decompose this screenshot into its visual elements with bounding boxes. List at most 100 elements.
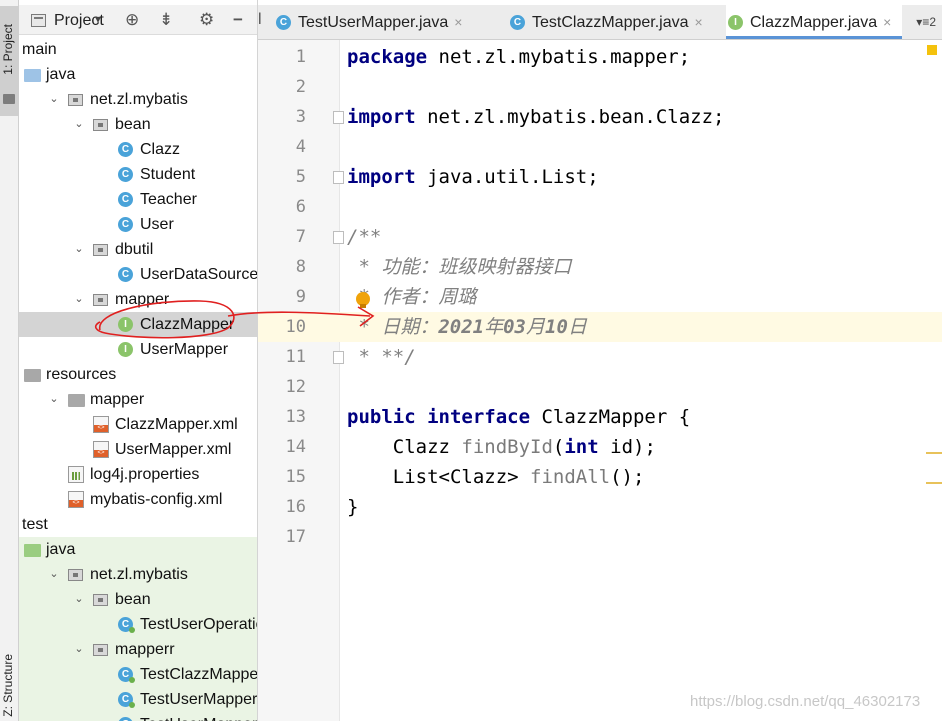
code-line[interactable]: /** xyxy=(347,222,381,252)
scroll-marker[interactable] xyxy=(926,452,942,454)
tree-item-label: mapperr xyxy=(115,641,175,658)
code-token: public xyxy=(347,406,428,428)
tree-item[interactable]: ⌄ net.zl.mybatis xyxy=(19,562,257,587)
code-line[interactable]: * 功能：班级映射器接口 xyxy=(347,252,571,282)
line-number: 7 xyxy=(295,227,306,247)
fold-marker[interactable] xyxy=(333,231,344,244)
tree-item[interactable]: C Teacher xyxy=(19,187,257,212)
close-icon[interactable]: × xyxy=(883,14,891,30)
tree-item[interactable]: test xyxy=(19,512,257,537)
tree-item[interactable]: ⌄ mapper xyxy=(19,287,257,312)
tree-item-label: UserDataSourceFac xyxy=(140,266,258,283)
tabs-overflow-button[interactable]: ▾≡2 xyxy=(916,5,936,39)
lightbulb-icon[interactable] xyxy=(356,292,370,308)
folder-icon xyxy=(24,369,41,382)
line-number: 3 xyxy=(295,107,306,127)
tree-item[interactable]: ⌄ dbutil xyxy=(19,237,257,262)
project-view-icon xyxy=(31,14,46,27)
interface-icon: I xyxy=(118,317,133,332)
package-icon xyxy=(93,594,108,606)
code-line[interactable]: } xyxy=(347,492,358,522)
line-number: 10 xyxy=(285,317,306,337)
expand-arrow-icon[interactable]: ⌄ xyxy=(48,387,60,412)
tree-item[interactable]: ⌄ mapperr xyxy=(19,637,257,662)
tree-item[interactable]: C Clazz xyxy=(19,137,257,162)
code-token: * **/ xyxy=(347,346,416,368)
tree-item[interactable]: log4j.properties xyxy=(19,462,257,487)
line-number: 12 xyxy=(285,377,306,397)
structure-tool-tab-label: Z: Structure xyxy=(1,654,15,717)
code-line[interactable]: public interface ClazzMapper { xyxy=(347,402,690,432)
fold-marker[interactable] xyxy=(333,171,344,184)
expand-arrow-icon[interactable]: ⌄ xyxy=(73,287,85,312)
class-icon: C xyxy=(118,267,133,282)
scroll-marker[interactable] xyxy=(926,482,942,484)
code-line[interactable]: package net.zl.mybatis.mapper; xyxy=(347,42,690,72)
tree-item[interactable]: java xyxy=(19,62,257,87)
tab-separator: l xyxy=(258,11,262,28)
expand-arrow-icon[interactable]: ⌄ xyxy=(73,587,85,612)
code-line[interactable]: List<Clazz> findAll(); xyxy=(347,462,645,492)
editor-tab[interactable]: C TestClazzMapper.java × xyxy=(508,5,716,39)
fold-marker[interactable] xyxy=(333,351,344,364)
fold-marker[interactable] xyxy=(333,111,344,124)
minimize-icon[interactable]: − xyxy=(233,11,243,29)
folder-icon xyxy=(68,394,85,407)
tree-item[interactable]: ClazzMapper.xml xyxy=(19,412,257,437)
expand-arrow-icon[interactable]: ⌄ xyxy=(48,562,60,587)
tree-item[interactable]: ⌄ net.zl.mybatis xyxy=(19,87,257,112)
package-icon xyxy=(68,94,83,106)
tree-item[interactable]: ⌄ bean xyxy=(19,587,257,612)
code-editor[interactable] xyxy=(340,40,942,721)
tree-item[interactable]: C TestUserMapperN xyxy=(19,712,257,721)
class-icon: C xyxy=(118,217,133,232)
tree-item[interactable]: C UserDataSourceFac xyxy=(19,262,258,287)
structure-tool-tab[interactable]: Z: Structure xyxy=(0,646,19,721)
tree-item-label: mapper xyxy=(115,291,170,308)
gear-icon[interactable]: ⚙ xyxy=(199,11,214,29)
tree-item-label: java xyxy=(46,66,76,83)
tree-item-label: Student xyxy=(140,166,196,183)
tree-item[interactable]: C Student xyxy=(19,162,257,187)
tree-item[interactable]: ⌄ mapper xyxy=(19,387,257,412)
tree-item[interactable]: resources xyxy=(19,362,257,387)
code-line[interactable]: * **/ xyxy=(347,342,416,372)
editor-tab-label: TestUserMapper.java xyxy=(298,14,449,31)
tree-item[interactable]: C User xyxy=(19,212,257,237)
close-icon[interactable]: × xyxy=(695,14,703,30)
code-line[interactable]: import net.zl.mybatis.bean.Clazz; xyxy=(347,102,725,132)
code-line[interactable]: import java.util.List; xyxy=(347,162,599,192)
tree-item[interactable]: I ClazzMapper xyxy=(19,312,257,337)
tree-item[interactable]: C TestUserMapper xyxy=(19,687,257,712)
test-class-icon: C xyxy=(118,617,135,633)
close-icon[interactable]: × xyxy=(454,14,462,30)
tree-item[interactable]: I UserMapper xyxy=(19,337,257,362)
project-tool-tab[interactable]: 1: Project xyxy=(0,6,19,116)
tree-item-label: UserMapper xyxy=(140,341,229,358)
line-number: 6 xyxy=(295,197,306,217)
code-line[interactable]: Clazz findById(int id); xyxy=(347,432,656,462)
inspection-status-icon[interactable] xyxy=(927,45,937,55)
expand-arrow-icon[interactable]: ⌄ xyxy=(73,237,85,262)
tree-item[interactable]: C TestClazzMapper xyxy=(19,662,257,687)
editor-tab[interactable]: C TestUserMapper.java × xyxy=(274,5,498,39)
class-icon: C xyxy=(118,192,133,207)
tree-item-label: ClazzMapper xyxy=(140,316,235,333)
interface-icon: I xyxy=(118,342,133,357)
tree-item[interactable]: mybatis-config.xml xyxy=(19,487,257,512)
collapse-all-icon[interactable]: ⇟ xyxy=(159,11,173,29)
tree-item[interactable]: UserMapper.xml xyxy=(19,437,257,462)
tree-item[interactable]: C TestUserOperation xyxy=(19,612,257,637)
expand-arrow-icon[interactable]: ⌄ xyxy=(48,87,60,112)
tree-item-label: test xyxy=(22,516,48,533)
editor-tab[interactable]: I ClazzMapper.java × xyxy=(726,5,902,39)
crosshair-icon[interactable]: ⊕ xyxy=(125,11,139,29)
tree-item[interactable]: java xyxy=(19,537,257,562)
expand-arrow-icon[interactable]: ⌄ xyxy=(73,112,85,137)
tree-item[interactable]: ⌄ bean xyxy=(19,112,257,137)
code-line[interactable]: * 日期：2021年03月10日 xyxy=(347,312,586,342)
chevron-down-icon[interactable]: ▾ xyxy=(95,12,101,26)
expand-arrow-icon[interactable]: ⌄ xyxy=(73,637,85,662)
tree-item[interactable]: main xyxy=(19,37,257,62)
code-token: 年 xyxy=(484,316,504,338)
